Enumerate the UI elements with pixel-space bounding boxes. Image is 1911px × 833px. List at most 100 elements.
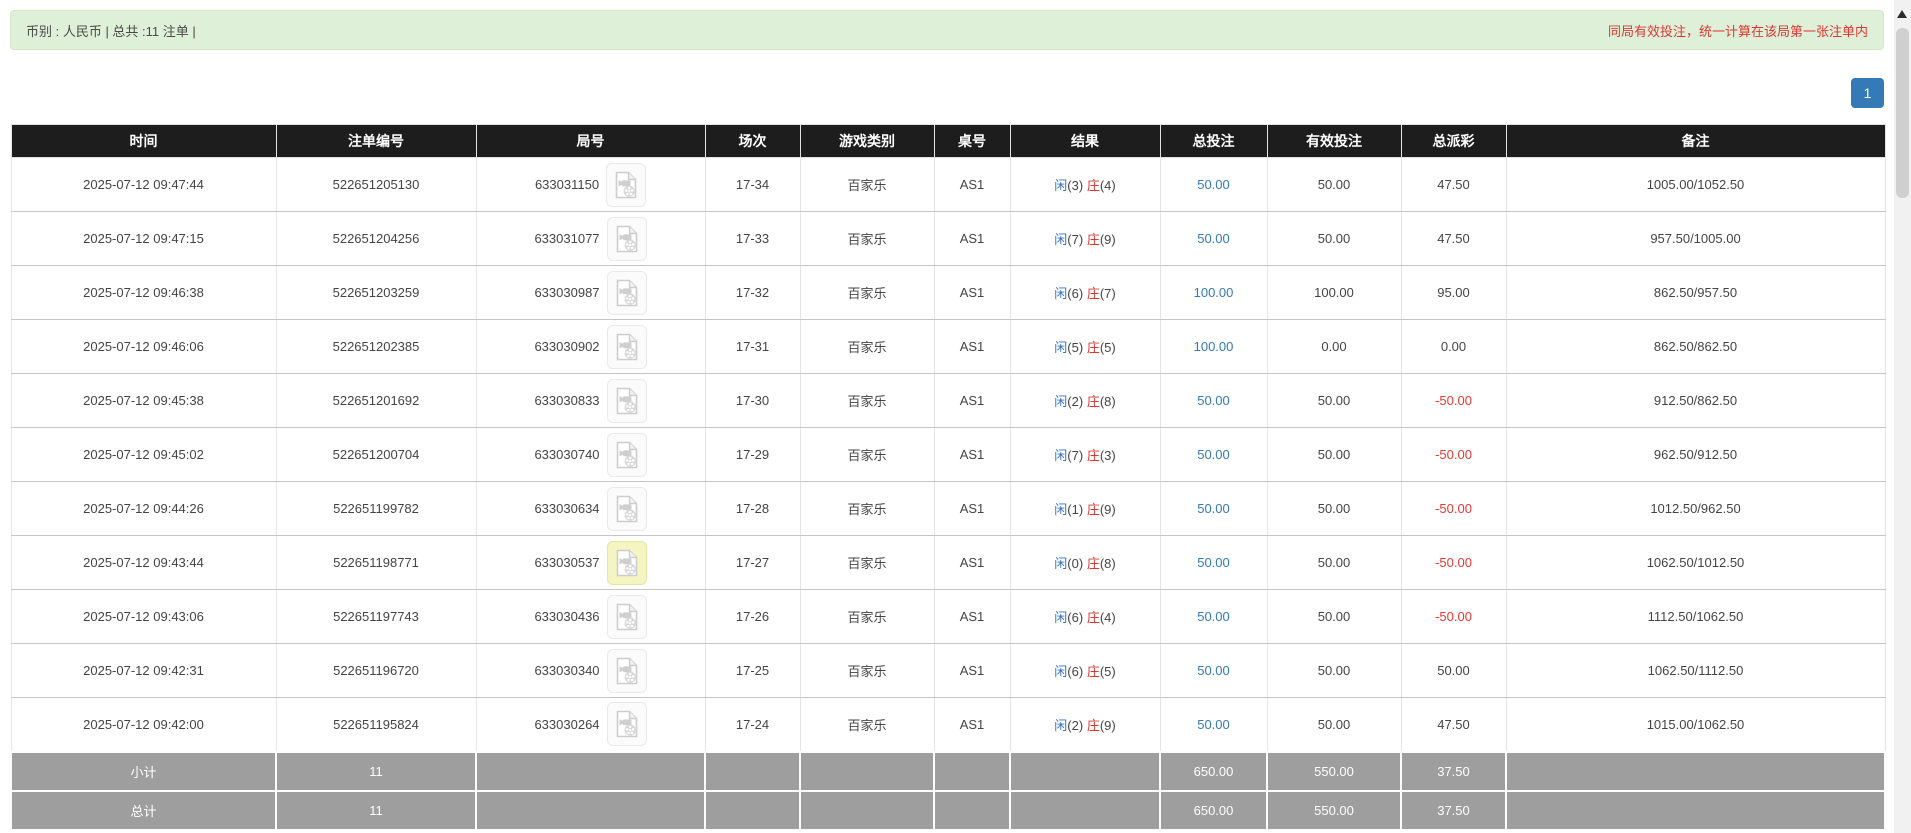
footer-empty-cell [800,791,934,830]
cell-valid-bet: 0.00 [1267,320,1401,374]
cell-game-type: 百家乐 [800,482,934,536]
cell-valid-bet: 50.00 [1267,536,1401,590]
cell-round-no: 633031150 [476,158,705,212]
result-player-label: 闲 [1054,718,1067,733]
video-replay-button[interactable] [607,271,647,315]
cell-time: 2025-07-12 09:46:38 [11,266,276,320]
result-player-label: 闲 [1054,448,1067,463]
cell-session: 17-30 [705,374,800,428]
footer-empty-cell [476,791,705,830]
result-player-points: (6) [1067,286,1083,301]
footer-valid-bet: 550.00 [1267,791,1401,830]
total-bet-link[interactable]: 50.00 [1197,555,1230,570]
video-replay-button[interactable] [607,595,647,639]
cell-table-no: AS1 [934,536,1010,590]
table-row: 2025-07-12 09:43:44 522651198771 6330305… [11,536,1885,590]
cell-bet-id: 522651195824 [276,698,476,752]
cell-bet-id: 522651203259 [276,266,476,320]
video-replay-button[interactable] [607,433,647,477]
video-replay-button[interactable] [607,541,647,585]
cell-game-type: 百家乐 [800,644,934,698]
total-bet-link[interactable]: 50.00 [1197,717,1230,732]
cell-game-type: 百家乐 [800,590,934,644]
cell-total-bet: 100.00 [1160,320,1267,374]
cell-session: 17-25 [705,644,800,698]
cell-remark: 1012.50/962.50 [1506,482,1885,536]
cell-result: 闲(1) 庄(9) [1010,482,1160,536]
video-replay-button[interactable] [607,325,647,369]
result-banker-label: 庄 [1087,394,1100,409]
cell-table-no: AS1 [934,428,1010,482]
footer-empty-cell [934,752,1010,791]
video-replay-button[interactable] [607,217,647,261]
table-header-row: 时间 注单编号 局号 场次 游戏类别 桌号 结果 总投注 有效投注 总派彩 备注 [11,125,1885,158]
cell-remark: 1005.00/1052.50 [1506,158,1885,212]
round-number: 633030264 [534,717,599,732]
table-row: 2025-07-12 09:46:38 522651203259 6330309… [11,266,1885,320]
result-banker-label: 庄 [1087,232,1100,247]
table-row: 2025-07-12 09:42:00 522651195824 6330302… [11,698,1885,752]
cell-valid-bet: 100.00 [1267,266,1401,320]
cell-round-no: 633030987 [476,266,705,320]
cell-round-no: 633030537 [476,536,705,590]
video-replay-button[interactable] [606,163,646,207]
cell-payout: -50.00 [1401,536,1506,590]
total-bet-link[interactable]: 50.00 [1197,609,1230,624]
table-row: 2025-07-12 09:47:44 522651205130 6330311… [11,158,1885,212]
total-bet-link[interactable]: 50.00 [1197,177,1230,192]
cell-payout: 47.50 [1401,698,1506,752]
cell-result: 闲(2) 庄(9) [1010,698,1160,752]
footer-empty-cell [476,752,705,791]
total-bet-link[interactable]: 50.00 [1197,501,1230,516]
cell-session: 17-29 [705,428,800,482]
cell-remark: 1015.00/1062.50 [1506,698,1885,752]
total-bet-link[interactable]: 50.00 [1197,231,1230,246]
subtotal-row: 小计 11 650.00 550.00 37.50 [11,752,1885,791]
grand-total-row: 总计 11 650.00 550.00 37.50 [11,791,1885,830]
round-number: 633031077 [534,231,599,246]
result-banker-points: (9) [1100,232,1116,247]
cell-bet-id: 522651200704 [276,428,476,482]
round-number: 633030833 [534,393,599,408]
cell-result: 闲(3) 庄(4) [1010,158,1160,212]
film-document-icon [615,603,639,631]
video-replay-button[interactable] [607,487,647,531]
total-bet-link[interactable]: 100.00 [1194,285,1234,300]
cell-remark: 957.50/1005.00 [1506,212,1885,266]
total-bet-link[interactable]: 100.00 [1194,339,1234,354]
page-1-button[interactable]: 1 [1851,78,1884,108]
cell-table-no: AS1 [934,320,1010,374]
cell-time: 2025-07-12 09:42:00 [11,698,276,752]
round-number: 633031150 [535,177,599,192]
video-replay-button[interactable] [607,649,647,693]
total-bet-link[interactable]: 50.00 [1197,447,1230,462]
col-header-bet-id: 注单编号 [276,125,476,158]
result-banker-points: (7) [1100,286,1116,301]
film-document-icon [615,710,639,738]
cell-result: 闲(2) 庄(8) [1010,374,1160,428]
scrollbar[interactable] [1894,0,1911,833]
cell-result: 闲(5) 庄(5) [1010,320,1160,374]
film-document-icon [615,441,639,469]
cell-time: 2025-07-12 09:47:15 [11,212,276,266]
result-banker-points: (4) [1100,610,1116,625]
film-document-icon [615,549,639,577]
cell-remark: 862.50/862.50 [1506,320,1885,374]
result-player-label: 闲 [1054,556,1067,571]
result-banker-points: (3) [1100,448,1116,463]
scroll-up-arrow-icon[interactable] [1897,10,1907,18]
cell-remark: 1062.50/1112.50 [1506,644,1885,698]
round-number: 633030436 [534,609,599,624]
cell-valid-bet: 50.00 [1267,212,1401,266]
total-bet-link[interactable]: 50.00 [1197,663,1230,678]
cell-table-no: AS1 [934,590,1010,644]
scrollbar-thumb[interactable] [1896,28,1909,198]
result-banker-points: (8) [1100,556,1116,571]
video-replay-button[interactable] [607,379,647,423]
footer-empty-cell [1506,752,1885,791]
cell-round-no: 633030340 [476,644,705,698]
cell-time: 2025-07-12 09:43:44 [11,536,276,590]
video-replay-button[interactable] [607,702,647,746]
cell-valid-bet: 50.00 [1267,158,1401,212]
total-bet-link[interactable]: 50.00 [1197,393,1230,408]
